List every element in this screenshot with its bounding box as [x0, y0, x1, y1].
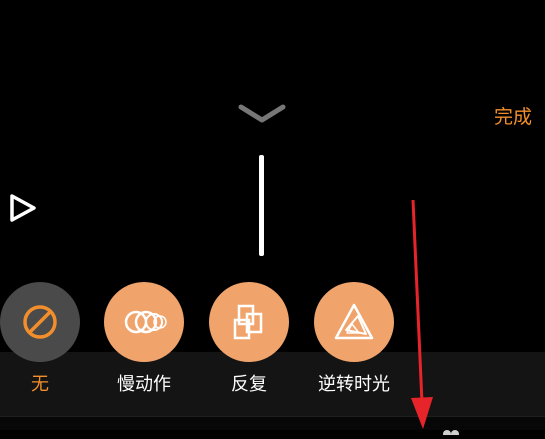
none-icon: [0, 282, 80, 362]
repeat-icon: [209, 282, 289, 362]
done-button[interactable]: 完成: [494, 106, 532, 128]
play-icon[interactable]: [8, 192, 38, 224]
effect-slow-motion-button[interactable]: 慢动作: [84, 282, 204, 402]
playhead[interactable]: [259, 155, 264, 256]
effect-repeat-button[interactable]: 反复: [189, 282, 309, 402]
annotation-arrow: [405, 198, 439, 429]
effect-reverse-time-button[interactable]: 逆转时光: [294, 282, 414, 402]
slow-motion-icon: [104, 282, 184, 362]
chevron-down-icon[interactable]: [238, 102, 286, 126]
bottom-strip: [0, 416, 545, 430]
reverse-time-icon: [314, 282, 394, 362]
effect-repeat-label: 反复: [189, 374, 309, 396]
effect-reverse-time-label: 逆转时光: [294, 374, 414, 396]
effect-slow-motion-label: 慢动作: [84, 374, 204, 396]
partial-icon: [440, 420, 462, 429]
